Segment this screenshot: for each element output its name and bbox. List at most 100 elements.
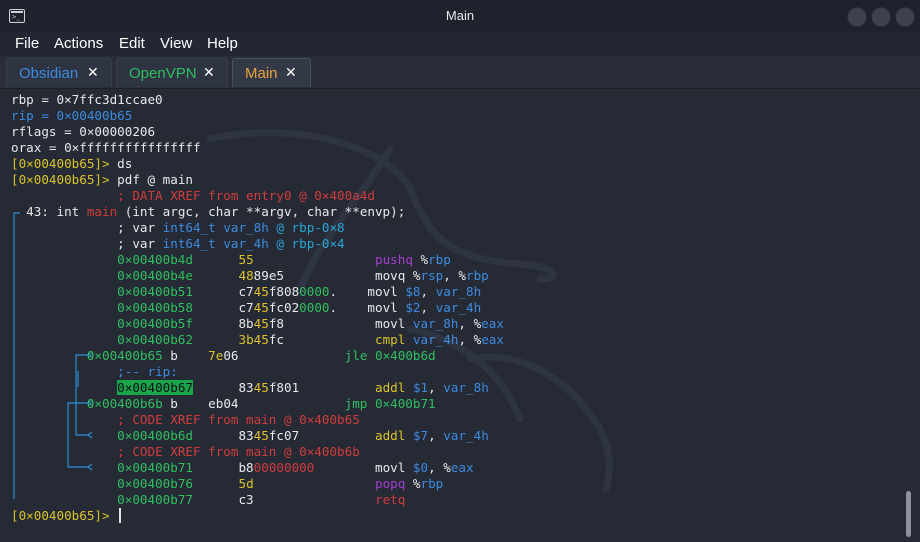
terminal-text: int [56,204,87,219]
terminal-text: , % [458,316,482,331]
terminal-text: ; CODE XREF from main @ 0×400b65 [117,412,360,427]
terminal-text: 83 [192,380,254,395]
terminal-line: rflags = 0×00000206 [11,124,155,140]
terminal-text: % [405,476,421,491]
terminal-text: movl [284,316,413,331]
terminal-text: 0×00400b4e [11,268,193,283]
terminal-text: jmp 0×400b71 [344,396,436,411]
terminal-line: ; DATA XREF from entry0 @ 0×400a4d [11,188,375,204]
menu-help[interactable]: Help [207,35,238,52]
terminal-text: 0×00400b6b [86,396,163,411]
tab-main[interactable]: Main ✕ [232,58,311,87]
terminal-text: , [428,428,444,443]
terminal-line: 0×00400b6d 8345fc07 addl $7, var_4h [11,428,489,444]
terminal-output[interactable]: < < rbp = 0×7ffc3d1ccae0 rip = 0×00400b65… [0,89,920,542]
terminal-text: f801 [268,380,300,395]
terminal-text: var_8h [443,380,489,395]
terminal-text: var_4h [443,428,489,443]
menu-file[interactable]: File [15,35,39,52]
terminal-text: $1 [412,380,429,395]
terminal-text: ; CODE XREF from main @ 0×400b6b [117,444,360,459]
terminal-text: 43: [11,204,57,219]
terminal-text: 8b [192,316,254,331]
menu-view[interactable]: View [160,35,192,52]
terminal-text: pdf @ main [117,172,193,187]
terminal-text: rbp [420,476,444,491]
terminal-text: 45 [253,284,269,299]
terminal-text: cmpl [375,332,406,347]
terminal-text: int64_t var_4h [162,236,269,251]
close-tab-icon[interactable]: ✕ [87,65,99,81]
terminal-text: % [412,252,429,267]
close-tab-icon[interactable]: ✕ [203,65,215,81]
terminal-text: var_4h [435,300,482,315]
terminal-text: @ rbp-0×8 [268,220,345,235]
terminal-line: 0×00400b62 3b45fc cmpl var_4h, %eax [11,332,504,348]
terminal-text: 0000 [299,300,330,315]
terminal-text: , [428,380,444,395]
title-bar[interactable]: >_ Main [0,0,920,32]
terminal-text: var_8h [435,284,482,299]
terminal-line: rip = 0×00400b65 [11,108,132,124]
tab-label: OpenVPN [129,65,197,82]
terminal-text: 0×00400b5f [11,316,193,331]
close-tab-icon[interactable]: ✕ [285,65,297,81]
terminal-text: 83 [192,428,254,443]
terminal-text: 0×00400b4d [11,252,193,267]
terminal-line: 0×00400b77 c3 retq [11,492,405,508]
scrollbar-thumb[interactable] [906,491,911,537]
terminal-text: rbp [465,268,489,283]
maximize-button[interactable] [871,7,891,27]
terminal-text: eax [481,316,504,331]
terminal-text: [0×00400b65]> [11,156,118,171]
terminal-line: orax = 0×ffffffffffffffff [11,140,201,156]
tab-bar: Obsidian ✕ OpenVPN ✕ Main ✕ [0,56,920,89]
terminal-text: rflags = 0×00000206 [11,124,156,139]
terminal-line: ; var int64_t var_8h @ rbp-0×8 [11,220,345,236]
terminal-text: addl [375,380,406,395]
terminal-text: rsp [420,268,444,283]
menu-edit[interactable]: Edit [119,35,145,52]
menu-actions[interactable]: Actions [54,35,103,52]
terminal-line: [0×00400b65]> [11,508,122,524]
tab-label: Obsidian [19,65,79,82]
terminal-text: movl [314,460,413,475]
terminal-line: ;-- rip: [11,364,178,380]
terminal-text: fc07 [268,428,300,443]
terminal-line: 0×00400b5f 8b45f8 movl var_8h, %eax [11,316,504,332]
terminal-text: eax [481,332,504,347]
terminal-text: f808 [268,284,300,299]
terminal-text: b8 [192,460,254,475]
terminal-text: , % [428,460,451,475]
terminal-text: 0×00400b58 [11,300,193,315]
terminal-text: 0×00400b51 [11,284,193,299]
close-window-button[interactable] [895,7,915,27]
terminal-line: [0×00400b65]> ds [11,156,132,172]
terminal-text: 45 [253,380,269,395]
terminal-text: 89e5 [253,268,284,283]
terminal-text: 00000000 [253,460,315,475]
terminal-text: 45 [253,316,269,331]
minimize-button[interactable] [847,7,867,27]
terminal-text: 55 [238,252,254,267]
terminal-text: c3 [192,492,254,507]
terminal-text: 0×00400b76 [117,476,193,491]
terminal-line: [0×00400b65]> pdf @ main [11,172,193,188]
terminal-text: ; var [11,236,163,251]
tab-openvpn[interactable]: OpenVPN ✕ [116,58,228,87]
terminal-text: c7 [192,284,254,299]
terminal-text: b [162,348,209,363]
terminal-line: ; CODE XREF from main @ 0×400b6b [11,444,360,460]
terminal-text: fc02 [268,300,300,315]
terminal-text: int64_t var_8h [162,220,269,235]
terminal-line: 0×00400b58 c745fc020000. movl $2, var_4h [11,300,481,316]
tab-obsidian[interactable]: Obsidian ✕ [6,58,112,87]
